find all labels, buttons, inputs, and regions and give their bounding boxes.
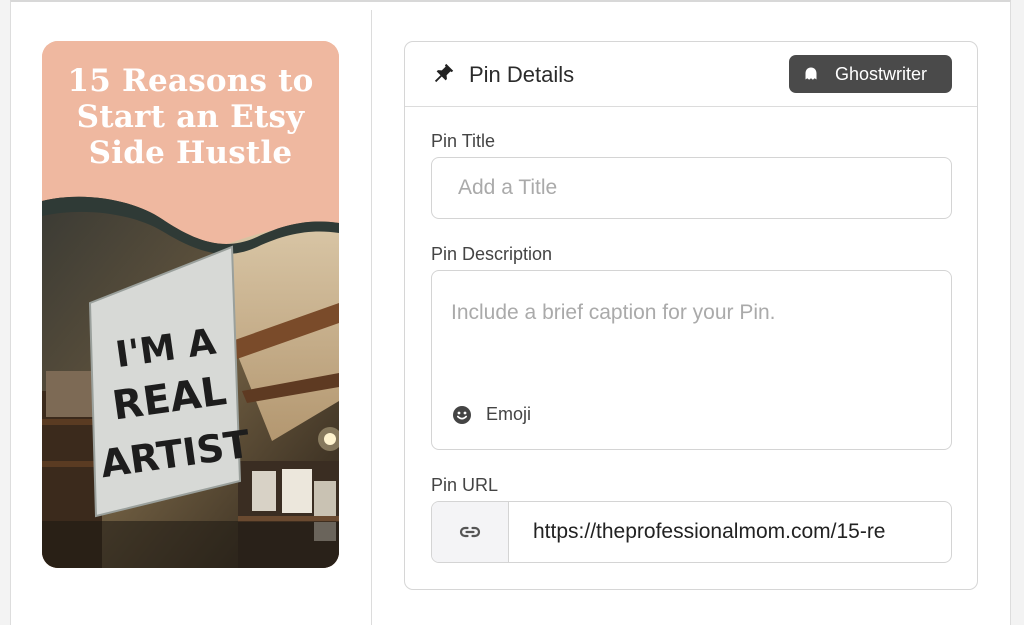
ghostwriter-label: Ghostwriter	[835, 63, 928, 84]
pin-url-input[interactable]	[509, 502, 951, 562]
ghostwriter-button[interactable]: Ghostwriter	[789, 55, 952, 93]
pin-headline-line: 15 Reasons to	[67, 63, 314, 99]
link-icon	[459, 526, 481, 538]
pin-title-input[interactable]	[432, 158, 951, 218]
pin-headline: 15 Reasons to Start an Etsy Side Hustle	[42, 63, 339, 171]
pin-url-field	[431, 501, 952, 563]
pin-title-field	[431, 157, 952, 219]
pin-details-panel: Pin Details Ghostwriter Pin Title Pin De…	[404, 41, 978, 590]
pin-headline-line: Side Hustle	[88, 135, 293, 171]
pin-description-field: Emoji	[431, 270, 952, 450]
pin-title-label: Pin Title	[431, 131, 496, 151]
pin-image-preview: I'M A REAL ARTIST 15 Reasons to Start an…	[42, 41, 339, 568]
smiley-icon	[453, 405, 471, 424]
pushpin-icon	[434, 63, 454, 83]
pin-description-label: Pin Description	[431, 244, 553, 264]
url-prefix	[432, 502, 509, 562]
pin-headline-line: Start an Etsy	[76, 99, 305, 135]
ghost-icon	[805, 67, 817, 80]
panel-title: Pin Details	[469, 62, 575, 87]
panel-header: Pin Details Ghostwriter	[405, 42, 977, 107]
pin-description-input[interactable]	[432, 271, 951, 381]
emoji-button[interactable]: Emoji	[452, 404, 531, 425]
pin-url-label: Pin URL	[431, 475, 499, 495]
emoji-label: Emoji	[486, 404, 532, 424]
column-divider	[371, 10, 372, 625]
